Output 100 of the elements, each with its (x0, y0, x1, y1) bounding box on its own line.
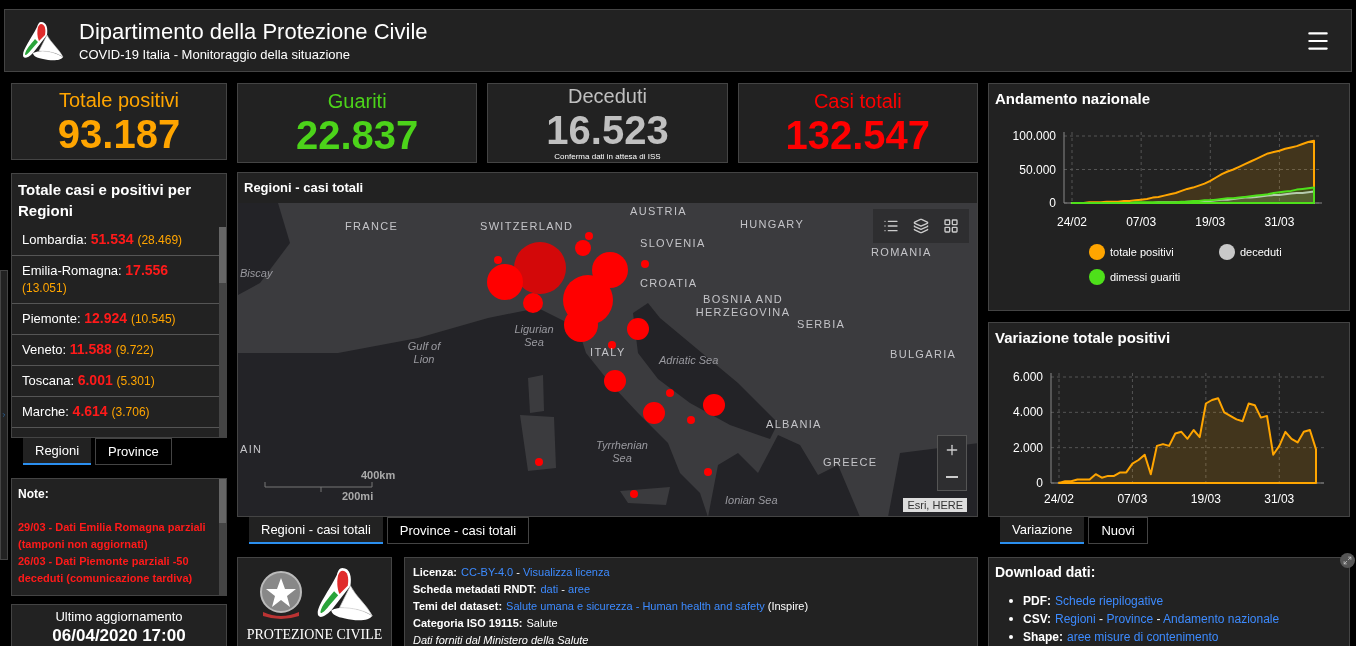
bullet-icon (1009, 599, 1013, 603)
info-line: Licenza: CC-BY-4.0 - Visualizza licenza (413, 565, 611, 580)
tab[interactable]: Province - casi totali (386, 517, 530, 544)
axis-tick-label: 24/02 (1057, 215, 1087, 229)
note-text: 29/03 - Dati Emilia Romagna parziali (tamponi non aggiornati) (18, 520, 207, 552)
case-bubble[interactable] (643, 402, 665, 424)
case-bubble[interactable] (666, 389, 674, 397)
bullet-icon (1009, 617, 1013, 621)
case-bubble[interactable] (704, 468, 712, 476)
axis-tick-label: 19/03 (1190, 492, 1221, 506)
axis-tick-label: 100.000 (1012, 129, 1056, 143)
header-title: Dipartimento della Protezione Civile (79, 17, 429, 46)
update-value: 06/04/2020 17:00 (52, 625, 186, 646)
info-line: Categoria ISO 19115: Salute (413, 616, 559, 631)
case-bubble[interactable] (514, 242, 566, 294)
map-label: AIN (240, 443, 263, 456)
map-label: HUNGARY (740, 218, 805, 231)
stat-label: Guariti (327, 89, 387, 113)
axis-tick-label: 2.000 (1012, 440, 1043, 455)
tab[interactable]: Province (95, 438, 172, 465)
case-bubble[interactable] (641, 260, 649, 268)
map-label: GREECE (823, 456, 878, 469)
map-label: Ionian Sea (725, 494, 778, 507)
expand-icon (1343, 556, 1352, 565)
link[interactable]: Regioni (1055, 612, 1096, 626)
note-text: 26/03 - Dati Piemonte parziali -50 deceduti (comunicazione tardiva) (18, 554, 194, 586)
case-bubble[interactable] (630, 490, 638, 498)
case-bubble[interactable] (494, 256, 502, 264)
tab[interactable]: Regioni (23, 438, 92, 465)
map-label: Tyrrhenian Sea (595, 439, 649, 465)
stat-label: Casi totali (813, 89, 902, 113)
panel-title: Andamento nazionale (994, 88, 1152, 109)
scale-label: 400km (361, 469, 396, 482)
stat-value: 22.837 (296, 113, 419, 157)
tab[interactable]: Variazione (1000, 517, 1085, 544)
link[interactable]: Schede riepilogative (1055, 594, 1164, 608)
map-label: ITALY (590, 346, 626, 359)
link[interactable]: dati (540, 583, 559, 595)
axis-tick-label: 31/03 (1264, 492, 1295, 506)
axis-tick-label: 50.000 (1019, 162, 1056, 177)
zoom-out-button[interactable] (938, 463, 966, 490)
case-bubble[interactable] (703, 394, 725, 416)
link[interactable]: CC-BY-4.0 (461, 566, 514, 578)
link[interactable]: aree misure di contenimento (1067, 630, 1219, 644)
panel-title: Variazione totale positivi (994, 327, 1172, 348)
scrollbar[interactable] (219, 227, 226, 437)
island (520, 415, 556, 471)
update-label: Ultimo aggiornamento (55, 609, 183, 625)
case-bubble[interactable] (604, 370, 626, 392)
case-bubble[interactable] (535, 458, 543, 466)
island (528, 375, 544, 413)
map-label: BULGARIA (890, 348, 957, 361)
download-item: CSV: Regioni - Province - Andamento nazionale (1023, 611, 1280, 628)
panel-title: Totale casi e positivi per Regioni (17, 180, 193, 221)
axis-tick-label: 6.000 (1012, 370, 1043, 384)
map-label: ALBANIA (766, 418, 822, 431)
map-attribution: Esri, HERE (903, 498, 967, 512)
map-label: Gulf of Lion (406, 340, 442, 366)
stat-label: Deceduti (568, 84, 647, 108)
map-label: BOSNIA AND HERZEGOVINA (694, 293, 792, 319)
map-label: Biscay (240, 267, 273, 280)
map-label: Ligurian Sea (513, 323, 555, 349)
axis-tick-label: 19/03 (1195, 215, 1226, 229)
case-bubble[interactable] (487, 264, 523, 300)
header-subtitle: COVID-19 Italia - Monitoraggio della situazione (79, 45, 351, 64)
info-line: Dati forniti dal Ministero della Salute (413, 633, 590, 646)
stat-value: 93.187 (57, 111, 181, 156)
notes-title: Note: (18, 486, 50, 503)
tab[interactable]: Regioni - casi totali (249, 517, 383, 544)
case-bubble[interactable] (592, 252, 628, 288)
info-line: Temi del dataset: Salute umana e sicurezza - Human health and safety (Inspire) (413, 599, 810, 614)
axis-tick-label: 31/03 (1264, 215, 1295, 229)
case-bubble[interactable] (575, 240, 591, 256)
map-label: AUSTRIA (630, 205, 687, 218)
expand-button[interactable] (1340, 553, 1355, 568)
legend-label: dimessi guariti (1110, 269, 1181, 285)
link[interactable]: Province (1106, 612, 1154, 626)
scrollbar[interactable] (219, 479, 226, 595)
zoom-in-button[interactable] (938, 436, 966, 463)
stat-value: 132.547 (785, 113, 931, 157)
axis-tick-label: 24/02 (1044, 492, 1074, 506)
case-bubble[interactable] (687, 416, 695, 424)
case-bubble[interactable] (627, 318, 649, 340)
link[interactable]: Visualizza licenza (522, 566, 610, 578)
chevron-right-icon (1, 410, 7, 420)
map-label: SERBIA (797, 318, 846, 331)
grid-icon (943, 218, 959, 234)
download-title: Download dati: (995, 563, 1097, 582)
case-bubble[interactable] (608, 341, 616, 349)
link[interactable]: aree (568, 583, 591, 595)
case-bubble[interactable] (585, 232, 593, 240)
link[interactable]: Andamento nazionale (1163, 612, 1280, 626)
download-item: Shape: aree misure di contenimento (1023, 629, 1219, 646)
link[interactable]: Salute umana e sicurezza - Human health and safety (506, 600, 765, 612)
axis-tick-label: 0 (1049, 196, 1056, 210)
map-label: FRANCE (345, 220, 399, 233)
side-panel-handle[interactable] (0, 270, 8, 560)
case-bubble[interactable] (523, 293, 543, 313)
bullet-icon (1009, 635, 1013, 639)
tab[interactable]: Nuovi (1088, 517, 1148, 544)
